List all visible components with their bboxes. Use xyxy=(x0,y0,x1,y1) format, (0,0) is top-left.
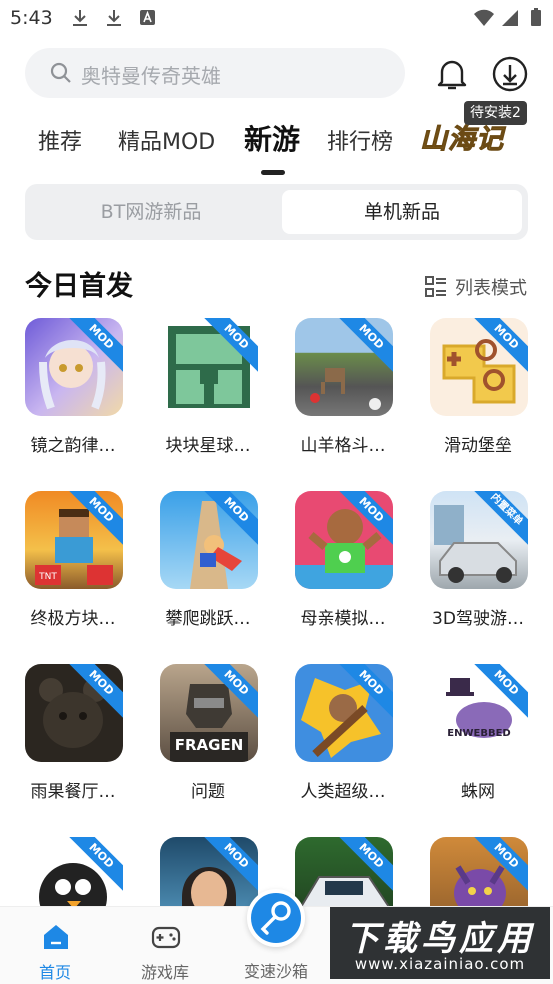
game-icon: 内置菜单 xyxy=(430,491,528,589)
game-name: 块块星球… xyxy=(165,436,251,456)
tab-active-indicator xyxy=(261,170,285,175)
list-view-icon xyxy=(425,276,446,297)
game-name: 山羊格斗… xyxy=(300,436,386,456)
game-name: 3D驾驶游… xyxy=(432,609,524,629)
game-name: 镜之韵律… xyxy=(30,436,116,456)
promo-logo[interactable]: 山海记 xyxy=(420,117,504,156)
tnt-text: TNT xyxy=(38,572,57,582)
watermark: 下载鸟应用 www.xiazainiao.com xyxy=(330,907,550,979)
download-manager-icon[interactable] xyxy=(490,54,530,94)
game-icon: MOD xyxy=(295,318,393,416)
status-bar: 5:43 xyxy=(0,0,553,36)
tab-new-games[interactable]: 新游 xyxy=(244,118,300,158)
nav-game-library[interactable]: 游戏库 xyxy=(110,907,220,984)
tab-rankings[interactable]: 排行榜 xyxy=(327,124,393,156)
game-icon: MOD xyxy=(160,318,258,416)
watermark-title: 下载鸟应用 xyxy=(345,919,535,959)
nav-home[interactable]: 首页 xyxy=(0,907,110,984)
game-name: 终极方块… xyxy=(30,609,116,629)
segment-single-player[interactable]: 单机新品 xyxy=(282,190,522,234)
new-game-segment: BT网游新品 单机新品 xyxy=(25,184,528,240)
nav-game-library-label: 游戏库 xyxy=(140,963,189,982)
game-icon: FRAGEN MOD xyxy=(160,664,258,762)
app-notification-icon xyxy=(140,10,155,25)
fragen-text: FRAGEN xyxy=(175,736,244,754)
game-name: 人类超级… xyxy=(300,782,386,802)
game-icon: MOD xyxy=(160,491,258,589)
bell-icon[interactable] xyxy=(432,54,472,94)
game-icon: MOD xyxy=(295,491,393,589)
download-icon xyxy=(73,10,87,26)
home-icon xyxy=(44,925,68,949)
game-name: 攀爬跳跃… xyxy=(165,609,251,629)
speed-sandbox-button[interactable] xyxy=(247,889,305,947)
nav-speed-sandbox-label: 变速沙箱 xyxy=(243,962,308,981)
search-icon xyxy=(50,62,71,83)
game-name: 雨果餐厅… xyxy=(30,782,116,802)
signal-icon xyxy=(502,10,518,26)
game-name: 蛛网 xyxy=(461,782,495,802)
battery-icon xyxy=(531,8,541,26)
download-icon xyxy=(107,10,121,26)
nav-home-label: 首页 xyxy=(38,963,71,982)
segment-bt-online[interactable]: BT网游新品 xyxy=(31,190,271,234)
game-icon: ENWEBBED MOD xyxy=(430,664,528,762)
game-icon: TNT MOD xyxy=(25,491,123,589)
game-name: 滑动堡垒 xyxy=(444,436,512,456)
game-icon: MOD xyxy=(430,318,528,416)
wifi-icon xyxy=(474,9,494,27)
section-title: 今日首发 xyxy=(25,271,133,302)
game-name: 母亲模拟… xyxy=(300,609,386,629)
search-placeholder: 奥特曼传奇英雄 xyxy=(81,64,221,88)
watermark-url: www.xiazainiao.com xyxy=(354,955,526,973)
list-mode-label: 列表模式 xyxy=(455,278,527,299)
gamepad-icon xyxy=(151,926,181,949)
status-time: 5:43 xyxy=(10,7,53,29)
key-icon xyxy=(260,901,291,935)
search-input[interactable]: 奥特曼传奇英雄 xyxy=(25,48,405,98)
game-name: 问题 xyxy=(191,782,225,802)
game-icon: MOD xyxy=(25,318,123,416)
game-icon: MOD xyxy=(25,664,123,762)
tab-recommend[interactable]: 推荐 xyxy=(38,124,82,156)
tab-premium-mod[interactable]: 精品MOD xyxy=(118,124,215,156)
enwebbed-text: ENWEBBED xyxy=(447,728,510,739)
game-icon: MOD xyxy=(295,664,393,762)
